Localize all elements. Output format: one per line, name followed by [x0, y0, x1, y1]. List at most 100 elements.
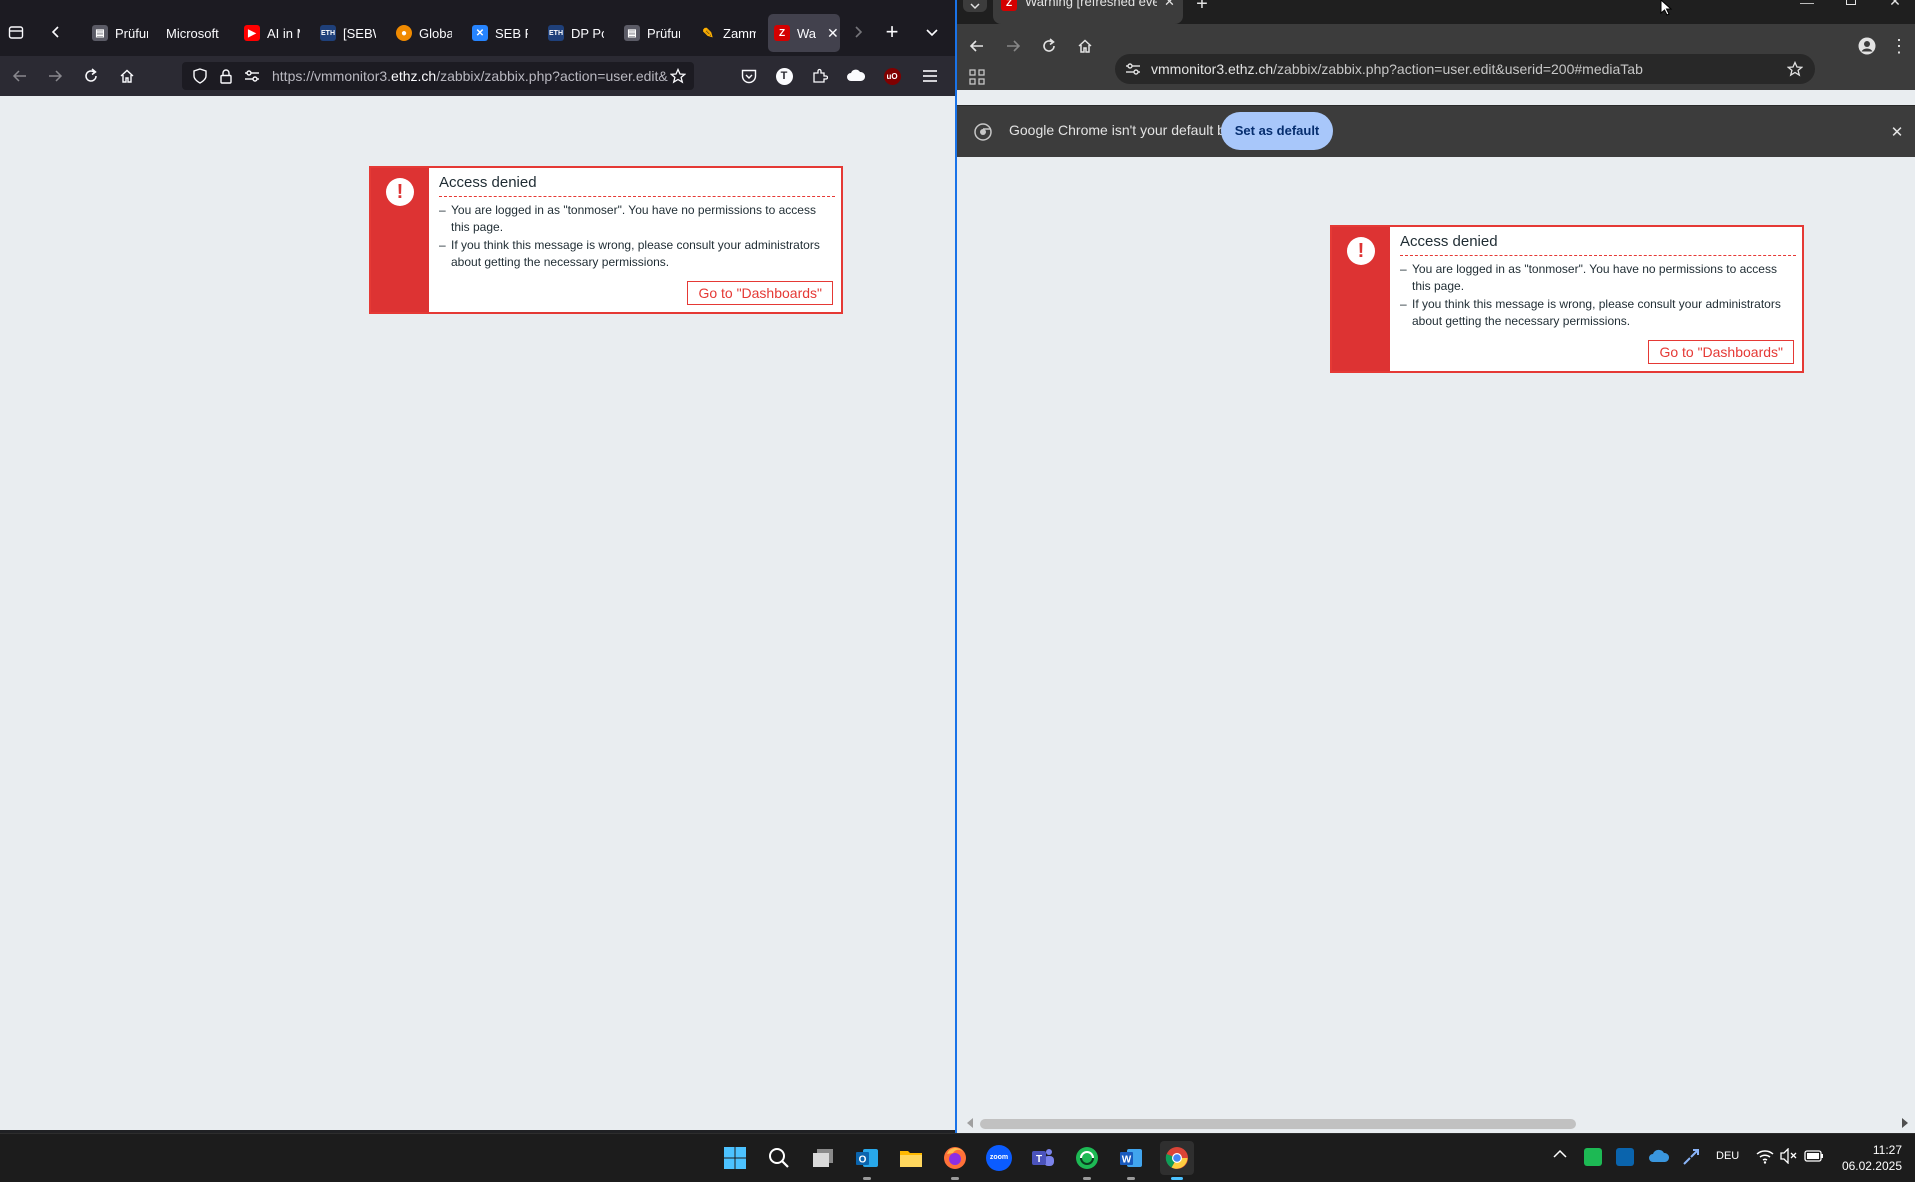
tray-app-icon[interactable]	[1584, 1148, 1602, 1166]
tab-label: AI in M	[267, 25, 300, 41]
infobar-close-icon[interactable]: ✕	[1885, 120, 1909, 144]
volume-muted-icon[interactable]	[1780, 1148, 1798, 1166]
scroll-right-arrow-icon[interactable]	[1902, 1118, 1908, 1128]
chrome-tab-title: Warning [refreshed every 30 se	[1025, 0, 1157, 9]
url-host: ethz.ch	[391, 68, 437, 84]
tab-seb-p[interactable]: ✕ SEB P	[466, 14, 528, 52]
show-hidden-icons-chevron-icon[interactable]	[1553, 1149, 1569, 1165]
new-tab-icon[interactable]: +	[880, 19, 904, 44]
tab-global[interactable]: ● Globa	[390, 14, 452, 52]
search-icon[interactable]	[764, 1143, 794, 1173]
tabs-scroll-right-icon[interactable]	[846, 20, 870, 44]
scroll-left-arrow-icon[interactable]	[967, 1118, 973, 1128]
new-tab-icon[interactable]: +	[1191, 0, 1213, 15]
chrome-menu-icon[interactable]: ⋮	[1887, 34, 1911, 58]
message-item: If you think this message is wrong, plea…	[439, 237, 835, 271]
maximize-icon[interactable]	[1839, 0, 1863, 8]
home-icon[interactable]	[1073, 34, 1097, 58]
zoom-icon[interactable]: zoom	[984, 1143, 1014, 1173]
window-close-icon[interactable]: ✕	[1883, 0, 1907, 9]
extension-t-icon[interactable]: T	[772, 64, 796, 88]
profile-icon[interactable]	[1855, 34, 1879, 58]
extensions-puzzle-icon[interactable]	[808, 64, 832, 88]
ethz-icon: ETH	[320, 25, 336, 41]
tabs-scroll-left-icon[interactable]	[44, 20, 68, 44]
file-explorer-icon[interactable]	[896, 1143, 926, 1173]
windows-start-icon[interactable]	[720, 1143, 750, 1173]
error-exclamation-icon: !	[1347, 237, 1375, 265]
list-all-tabs-icon[interactable]	[920, 20, 944, 44]
reload-icon[interactable]	[79, 64, 103, 88]
forward-icon[interactable]	[43, 64, 67, 88]
site-info-icon[interactable]	[1121, 57, 1145, 81]
firefox-view-icon[interactable]	[4, 20, 28, 44]
tab-label: SEB P	[495, 25, 528, 41]
word-icon[interactable]: W	[1116, 1143, 1146, 1180]
tab-dp-po[interactable]: ETH DP Po	[542, 14, 604, 52]
app-menu-icon[interactable]	[918, 64, 942, 88]
battery-icon[interactable]	[1804, 1149, 1824, 1165]
firefox-address-bar[interactable]: https://vmmonitor3.ethz.ch/zabbix/zabbix…	[182, 62, 694, 90]
chrome-omnibox[interactable]: vmmonitor3.ethz.ch/zabbix/zabbix.php?act…	[1115, 54, 1815, 84]
pocket-icon[interactable]	[736, 62, 762, 90]
tab-ai-youtube[interactable]: ▶ AI in M	[238, 14, 300, 52]
bookmark-star-icon[interactable]	[666, 64, 690, 88]
go-to-dashboards-button[interactable]: Go to "Dashboards"	[1648, 340, 1794, 364]
page-icon: ▤	[624, 25, 640, 41]
outlook-icon[interactable]: O	[852, 1143, 882, 1180]
tab-close-icon[interactable]: ✕	[827, 25, 839, 42]
tab-zamm[interactable]: ✎ Zamm	[694, 14, 756, 52]
tab-prufung-1[interactable]: ▤ Prüfur	[86, 14, 148, 52]
tab-prufung-2[interactable]: ▤ Prüfur	[618, 14, 680, 52]
home-icon[interactable]	[115, 64, 139, 88]
tray-utility-icon[interactable]	[1682, 1148, 1700, 1166]
set-as-default-button[interactable]: Set as default	[1221, 112, 1333, 150]
back-icon[interactable]	[965, 34, 989, 58]
language-indicator[interactable]: DEU	[1716, 1150, 1739, 1162]
scrollbar-thumb[interactable]	[980, 1119, 1576, 1129]
horizontal-scrollbar[interactable]	[967, 1113, 1912, 1133]
tab-sebw[interactable]: ETH [SEBW	[314, 14, 376, 52]
tab-search-icon[interactable]	[963, 0, 987, 12]
url-prefix: https://vmmonitor3.	[272, 68, 392, 84]
go-to-dashboards-button[interactable]: Go to "Dashboards"	[687, 281, 833, 305]
forward-icon[interactable]	[1001, 34, 1025, 58]
account-sync-icon[interactable]	[844, 64, 868, 88]
onedrive-icon[interactable]	[1648, 1149, 1670, 1165]
error-exclamation-icon: !	[386, 178, 414, 206]
page-icon: ▤	[92, 25, 108, 41]
firefox-icon[interactable]	[940, 1143, 970, 1180]
firefox-window: ▤ Prüfur Microsoft ▶ AI in M ETH [SEBW ●…	[0, 0, 955, 1130]
tray-outlook-icon[interactable]	[1616, 1148, 1634, 1166]
windows-taskbar: O zoom T W DEU 11:27 06.02.2025	[0, 1133, 1915, 1182]
zabbix-icon: Z	[774, 25, 790, 41]
running-indicator	[1083, 1177, 1091, 1180]
url-text[interactable]: vmmonitor3.ethz.ch/zabbix/zabbix.php?act…	[1151, 54, 1643, 84]
back-icon[interactable]	[8, 64, 32, 88]
mouse-cursor-icon	[1660, 0, 1674, 16]
tab-zabbix-warning[interactable]: Z Wa ✕	[768, 14, 840, 52]
lock-icon[interactable]	[214, 64, 238, 88]
url-host: vmmonitor3.ethz.ch	[1151, 61, 1274, 77]
teams-icon[interactable]: T	[1028, 1143, 1058, 1173]
app-green-icon[interactable]	[1072, 1143, 1102, 1180]
minimize-icon[interactable]: —	[1795, 0, 1819, 10]
zoom-label: zoom	[986, 1145, 1012, 1171]
wifi-icon[interactable]	[1756, 1148, 1774, 1166]
tab-microsoft[interactable]: Microsoft	[160, 14, 222, 52]
tab-label: Prüfur	[647, 25, 680, 41]
bookmark-star-icon[interactable]	[1783, 57, 1807, 81]
chrome-active-tab[interactable]: Z Warning [refreshed every 30 se ✕	[993, 0, 1183, 24]
tab-label: Prüfur	[115, 25, 148, 41]
apps-grid-icon[interactable]	[965, 68, 989, 86]
ublock-origin-icon[interactable]: uO	[880, 64, 904, 88]
url-text[interactable]: https://vmmonitor3.ethz.ch/zabbix/zabbix…	[272, 62, 682, 90]
clock[interactable]: 11:27 06.02.2025	[1832, 1142, 1902, 1174]
task-view-icon[interactable]	[808, 1143, 838, 1173]
permissions-icon[interactable]	[240, 64, 264, 88]
chrome-icon[interactable]	[1160, 1141, 1194, 1180]
tracking-protection-icon[interactable]	[188, 64, 212, 88]
reload-icon[interactable]	[1037, 34, 1061, 58]
tab-close-icon[interactable]: ✕	[1164, 0, 1175, 10]
svg-text:T: T	[1036, 1154, 1042, 1165]
